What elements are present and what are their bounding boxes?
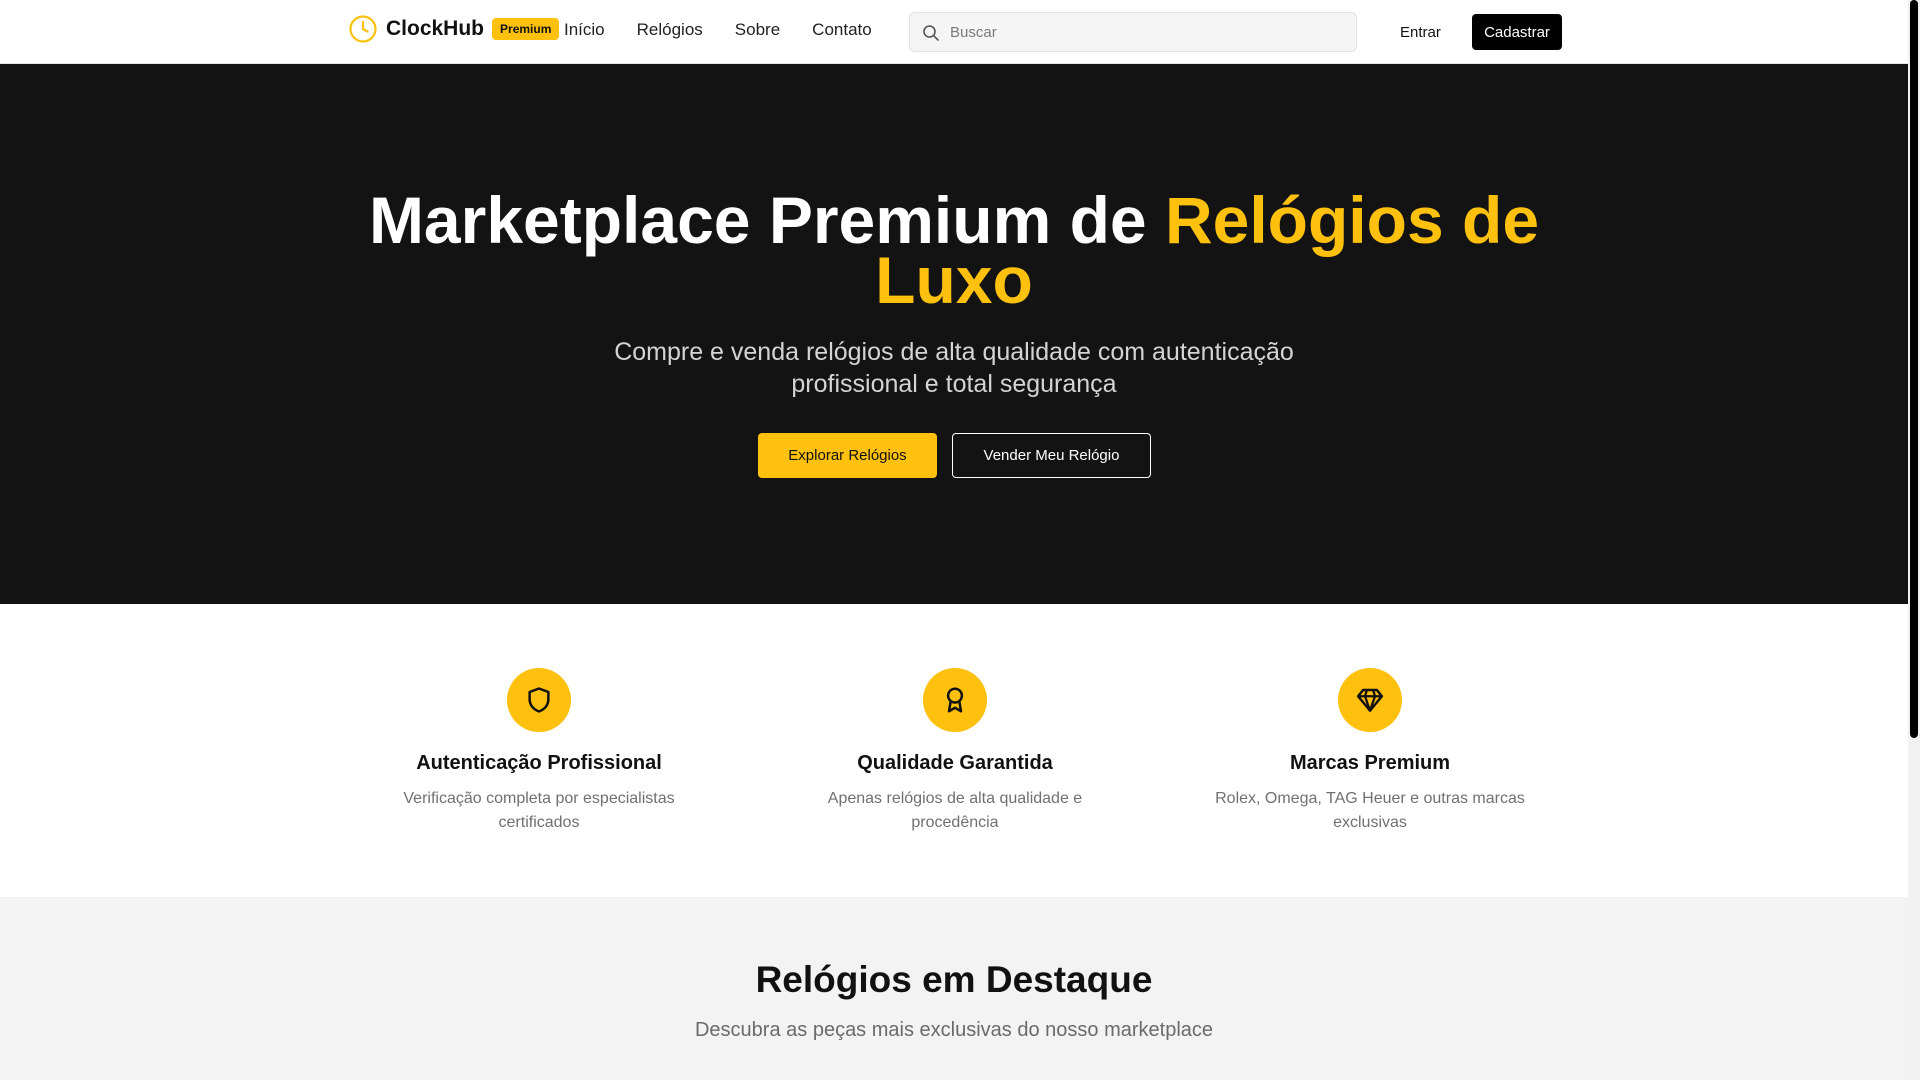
search-input[interactable] bbox=[950, 13, 1350, 51]
top-header: ClockHub Premium Início Relógios Sobre C… bbox=[0, 0, 1908, 64]
nav-inicio[interactable]: Início bbox=[564, 20, 605, 40]
award-icon bbox=[946, 687, 964, 713]
shield-icon bbox=[528, 687, 550, 713]
feature-description: Apenas relógios de alta qualidade e proc… bbox=[827, 790, 1083, 831]
clock-icon bbox=[349, 15, 377, 43]
nav-sobre[interactable]: Sobre bbox=[735, 20, 780, 40]
feature-authentication: Autenticação Profissional Verificação co… bbox=[349, 668, 729, 835]
feature-quality: Qualidade Garantida Apenas relógios de a… bbox=[765, 668, 1145, 835]
explore-watches-button[interactable]: Explorar Relógios bbox=[758, 433, 937, 478]
premium-badge: Premium bbox=[492, 18, 560, 40]
sell-watch-button[interactable]: Vender Meu Relógio bbox=[952, 433, 1151, 478]
feature-icon-circle bbox=[923, 668, 987, 732]
feature-title: Marcas Premium bbox=[1289, 752, 1451, 774]
login-button[interactable]: Entrar bbox=[1386, 14, 1455, 50]
feature-title: Qualidade Garantida bbox=[857, 752, 1053, 774]
brand-logo[interactable]: ClockHub Premium bbox=[348, 14, 560, 44]
feature-icon-circle bbox=[1338, 668, 1402, 732]
feature-description: Verificação completa por especialistas c… bbox=[403, 790, 675, 831]
featured-section: Relógios em Destaque Descubra as peças m… bbox=[0, 897, 1908, 1080]
featured-subtitle: Descubra as peças mais exclusivas do nos… bbox=[694, 1019, 1214, 1041]
hero-section: Marketplace Premium de Relógios de Luxo … bbox=[0, 64, 1908, 604]
brand-name: ClockHub bbox=[386, 17, 485, 40]
scrollbar-thumb[interactable] bbox=[1910, 0, 1918, 738]
feature-icon-circle bbox=[507, 668, 571, 732]
signup-button[interactable]: Cadastrar bbox=[1472, 14, 1562, 50]
feature-description: Rolex, Omega, TAG Heuer e outras marcas … bbox=[1215, 790, 1525, 831]
search-icon bbox=[923, 25, 939, 41]
nav-relogios[interactable]: Relógios bbox=[637, 20, 703, 40]
scrollbar[interactable] bbox=[1908, 0, 1920, 1080]
nav-contato[interactable]: Contato bbox=[812, 20, 872, 40]
features-section: Autenticação Profissional Verificação co… bbox=[0, 604, 1908, 897]
feature-brands: Marcas Premium Rolex, Omega, TAG Heuer e… bbox=[1180, 668, 1560, 835]
search-box bbox=[909, 12, 1357, 52]
hero-subtitle: Compre e venda relógios de alta qualidad… bbox=[614, 338, 1294, 398]
hero-title: Marketplace Premium de Relógios de Luxo bbox=[354, 187, 1554, 313]
diamond-icon bbox=[1356, 688, 1384, 712]
feature-title: Autenticação Profissional bbox=[416, 752, 662, 774]
page: ClockHub Premium Início Relógios Sobre C… bbox=[0, 0, 1908, 1080]
main-nav: Início Relógios Sobre Contato bbox=[564, 20, 904, 40]
featured-title: Relógios em Destaque bbox=[755, 959, 1153, 1000]
